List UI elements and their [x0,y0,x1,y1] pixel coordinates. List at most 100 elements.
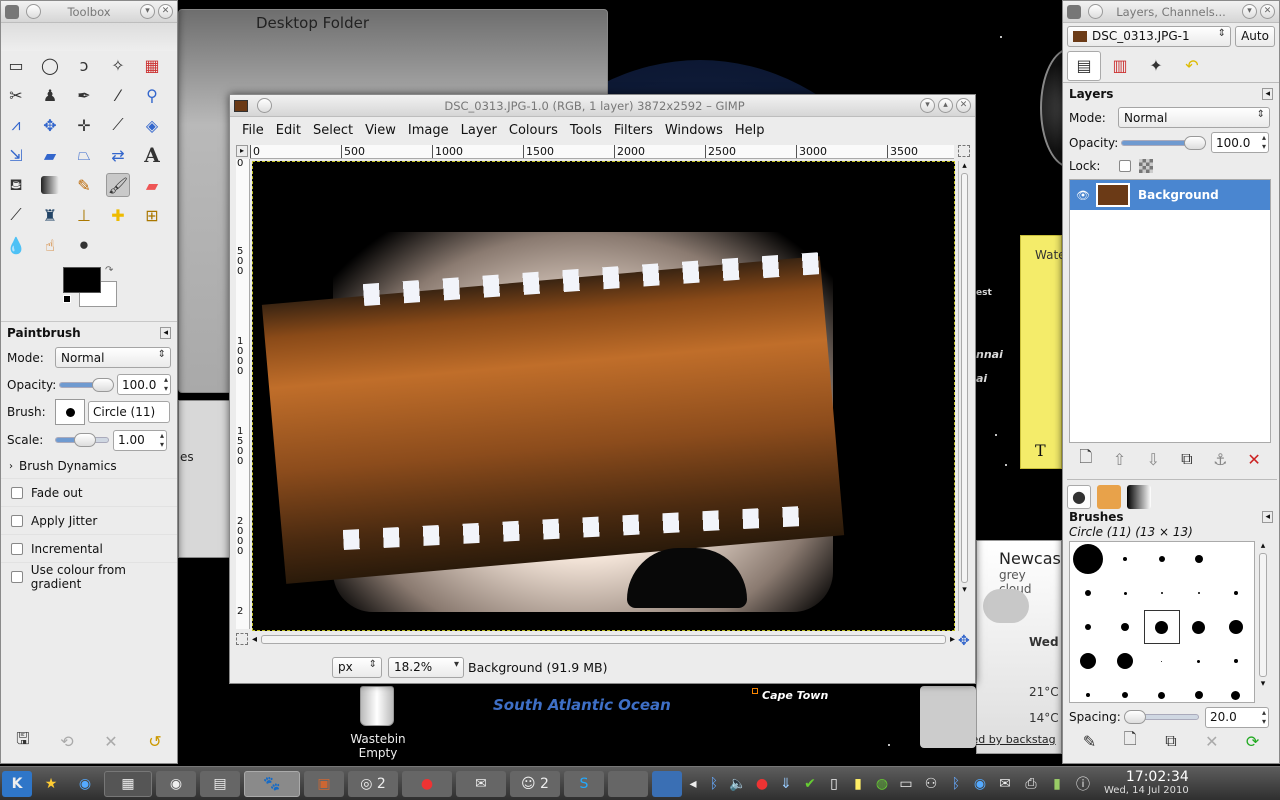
task-image[interactable]: ▣ [304,770,344,797]
desktop-pager-icon[interactable]: ▦ [104,770,152,797]
fuzzy-select-icon[interactable]: ✧ [106,53,130,77]
quick-mask-icon[interactable] [236,633,248,645]
edit-brush-icon[interactable]: ✎ [1077,729,1101,753]
checkbox[interactable] [11,486,23,499]
battery-icon[interactable]: ▮ [1046,771,1068,797]
brush-swatch[interactable] [1217,576,1254,610]
close-icon[interactable]: ✕ [956,98,971,113]
blend-icon[interactable] [41,176,59,194]
task-item[interactable] [608,770,648,797]
ink-icon[interactable]: ♜ [38,203,62,227]
opacity-spinner[interactable]: 100.0 ▴ ▾ [117,374,171,395]
brush-swatch[interactable] [1144,678,1181,702]
brush-swatch[interactable] [1217,644,1254,678]
mode-select[interactable]: Normal ⇕ [55,347,171,368]
checkbox[interactable] [11,514,23,527]
refresh-brushes-icon[interactable]: ⟳ [1241,729,1265,753]
tray-icon[interactable]: ● [752,771,772,797]
lower-layer-icon[interactable]: ⇩ [1141,447,1165,471]
tray-arrow-icon[interactable]: ◂ [686,771,700,797]
save-options-icon[interactable]: 🖫 [11,729,35,753]
maximize-icon[interactable]: ▴ [938,98,953,113]
favorites-icon[interactable]: ★ [36,771,66,797]
zoom-icon[interactable]: ⚲ [140,83,164,107]
menu-colours[interactable]: Colours [503,123,564,138]
brushes-grid[interactable] [1069,541,1255,703]
brush-swatch[interactable] [1217,678,1254,702]
foreground-select-icon[interactable]: ♟ [38,83,62,107]
scroll-thumb[interactable] [261,634,946,644]
brush-swatch[interactable] [1070,542,1107,576]
menu-view[interactable]: View [359,123,402,138]
unit-select[interactable]: px ⇕ [332,656,382,678]
kde-menu-icon[interactable]: K [2,770,32,797]
menu-tools[interactable]: Tools [564,123,608,138]
brush-swatch[interactable] [1070,644,1107,678]
blur-icon[interactable]: 💧 [4,233,28,257]
tab-paths-icon[interactable]: ✦ [1139,51,1173,81]
sticky-note[interactable]: Wate T [1020,235,1066,469]
move-icon[interactable]: ✥ [38,113,62,137]
option-incremental[interactable]: Incremental [1,534,177,562]
layers-titlebar[interactable]: Layers, Channels... ▾ ✕ [1063,1,1279,23]
heal-icon[interactable]: ✚ [106,203,130,227]
image-select[interactable]: DSC_0313.JPG-1 ⇕ [1067,25,1231,47]
dodge-burn-icon[interactable]: ⚫ [72,233,96,257]
free-select-icon[interactable]: ↄ [72,53,96,77]
brush-swatch[interactable] [1180,576,1217,610]
image-canvas[interactable] [252,161,955,631]
expander-icon[interactable]: › [9,461,13,472]
tab-layers-icon[interactable]: ▤ [1067,50,1101,81]
image-titlebar[interactable]: DSC_0313.JPG-1.0 (RGB, 1 layer) 3872x259… [230,95,975,117]
menu-select[interactable]: Select [307,123,359,138]
volume-icon[interactable]: 🔈 [728,771,748,797]
brush-swatch[interactable] [1107,610,1144,644]
swap-colors-icon[interactable]: ↷ [105,265,113,276]
globe-icon[interactable]: ◉ [970,771,990,797]
browser-icon[interactable]: ◉ [70,771,100,797]
paths-icon[interactable]: ✒ [72,83,96,107]
option-fade-out[interactable]: Fade out [1,478,177,506]
opacity-slider[interactable] [59,377,114,392]
network-icon[interactable]: ◍ [872,771,892,797]
horizontal-scrollbar[interactable]: ◂ ▸ [252,633,955,645]
brush-swatch[interactable] [1180,678,1217,702]
brush-swatch[interactable] [1144,576,1181,610]
pencil-icon[interactable]: ✎ [72,173,96,197]
eraser-icon[interactable]: ▰ [140,173,164,197]
clock[interactable]: 17:02:34 Wed, 14 Jul 2010 [1104,770,1189,797]
menu-icon[interactable] [1088,4,1103,19]
paintbrush-icon[interactable]: 🖌 [106,173,130,197]
navigation-icon[interactable]: ✥ [958,633,970,649]
clipboard-icon[interactable]: ▯ [824,771,844,797]
delete-options-icon[interactable]: ✕ [99,729,123,753]
checkbox[interactable] [11,570,23,583]
new-layer-icon[interactable]: 🗋 [1074,447,1098,471]
menu-windows[interactable]: Windows [659,123,729,138]
checkbox[interactable] [11,542,23,555]
close-icon[interactable]: ✕ [158,4,173,19]
check-icon[interactable]: ✔ [800,771,820,797]
menu-filters[interactable]: Filters [608,123,659,138]
menu-icon[interactable] [26,4,41,19]
vertical-scrollbar[interactable]: ▴ ▾ [958,161,970,631]
layers-list[interactable]: 👁 Background [1069,179,1271,443]
image-window[interactable]: DSC_0313.JPG-1.0 (RGB, 1 layer) 3872x259… [229,94,976,684]
brush-swatch[interactable] [1107,678,1144,702]
lock-pixels-checkbox[interactable] [1119,160,1131,172]
toolbox-titlebar[interactable]: Toolbox ▾ ✕ [1,1,177,23]
task-item[interactable]: ☺ 2 [510,770,560,797]
brush-dynamics-toggle[interactable]: Brush Dynamics [19,459,117,473]
printer-icon[interactable]: ⎙ [1020,771,1042,797]
toolbox-window[interactable]: Toolbox ▾ ✕ ▭ ◯ ↄ ✧ ▦ ✂ ♟ ✒ ⁄ ⚲ ⩘ ✥ ✛ ⟋ … [0,0,178,764]
tab-patterns-icon[interactable] [1097,484,1121,509]
zoom-select[interactable]: 18.2% ▾ [388,656,464,678]
close-icon[interactable]: ✕ [1260,4,1275,19]
duplicate-brush-icon[interactable]: ⧉ [1159,729,1183,753]
info-icon[interactable]: ⓘ [1072,771,1094,797]
brushes-scrollbar[interactable]: ▴ ▾ [1257,541,1269,703]
menu-edit[interactable]: Edit [270,123,307,138]
flip-icon[interactable]: ⇄ [106,143,130,167]
menu-file[interactable]: File [236,123,270,138]
color-picker-icon[interactable]: ⁄ [106,83,130,107]
